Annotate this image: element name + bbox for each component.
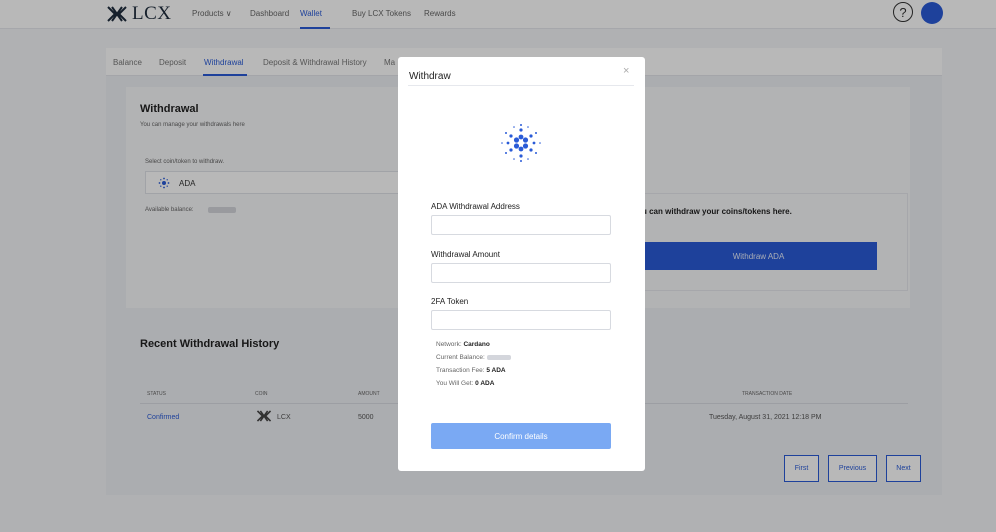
confirm-details-button[interactable]: Confirm details: [431, 423, 611, 449]
you-will-get-info: You Will Get: 0 ADA: [436, 380, 494, 387]
2fa-token-input[interactable]: [431, 310, 611, 330]
cardano-icon: [501, 124, 541, 162]
withdrawal-address-input[interactable]: [431, 215, 611, 235]
withdrawal-amount-input[interactable]: [431, 263, 611, 283]
transaction-fee-info: Transaction Fee: 5 ADA: [436, 367, 506, 374]
current-balance-info: Current Balance:: [436, 354, 511, 361]
amount-label: Withdrawal Amount: [431, 250, 500, 259]
token-label: 2FA Token: [431, 297, 469, 306]
current-balance-redacted: [486, 354, 511, 360]
network-label: Network:: [436, 341, 462, 348]
modal-divider: [408, 85, 634, 86]
you-will-get-label: You Will Get:: [436, 380, 474, 387]
address-label: ADA Withdrawal Address: [431, 202, 520, 211]
withdraw-modal: Withdraw × ADA Withdrawal Address Withdr…: [398, 57, 645, 471]
modal-title: Withdraw: [409, 71, 451, 82]
fee-value: 5 ADA: [486, 367, 506, 374]
current-balance-label: Current Balance:: [436, 354, 485, 361]
close-icon[interactable]: ×: [623, 65, 633, 77]
fee-label: Transaction Fee:: [436, 367, 485, 374]
you-will-get-value: 0 ADA: [475, 380, 495, 387]
network-info: Network: Cardano: [436, 341, 490, 348]
network-value: Cardano: [463, 341, 490, 348]
